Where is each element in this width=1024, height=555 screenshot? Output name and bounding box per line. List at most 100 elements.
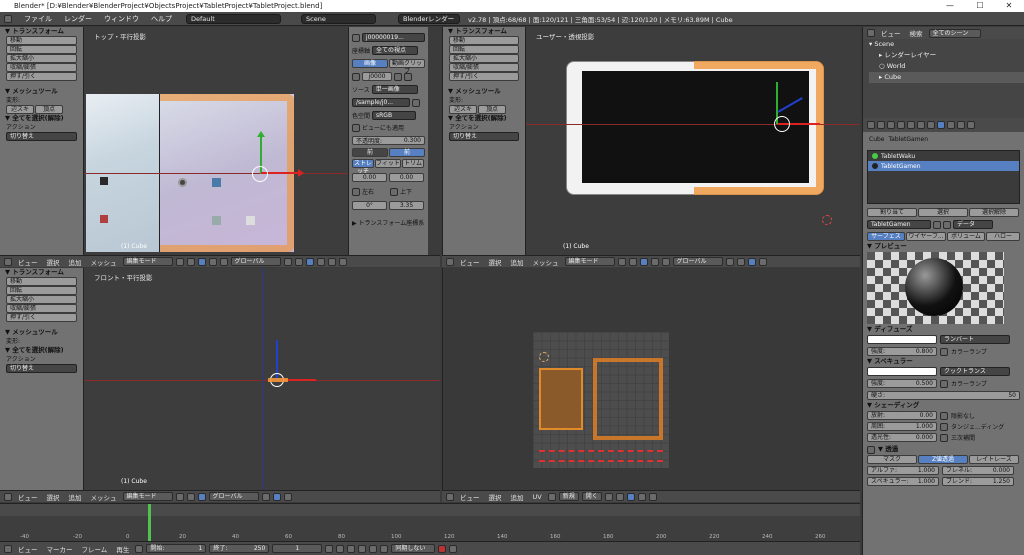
3d-cursor[interactable] (822, 215, 832, 225)
deselect-button[interactable]: 選択解除 (969, 208, 1019, 217)
front-ortho-viewport[interactable]: フロント・平行投影 (1) Cube (84, 268, 440, 490)
rotate-icon[interactable] (661, 257, 670, 266)
view-as-render-checkbox[interactable] (352, 123, 360, 132)
image-browse-icon[interactable] (352, 72, 360, 81)
uv-menu[interactable]: UV (530, 493, 545, 501)
ambient-field[interactable]: 周囲: 1.000 (867, 422, 937, 431)
current-frame-field[interactable]: 1 (272, 544, 323, 553)
shadeless-checkbox[interactable] (940, 411, 948, 420)
uv-island-screen[interactable] (539, 368, 583, 430)
mesh-menu[interactable]: メッシュ (88, 492, 120, 502)
editor-type-icon[interactable] (4, 544, 12, 553)
rotate-button[interactable]: 回転 (449, 45, 519, 54)
editor-type-icon[interactable] (4, 492, 12, 501)
menu-render[interactable]: レンダー (58, 14, 98, 24)
shading-icon[interactable] (175, 257, 184, 266)
vertex-select-icon[interactable] (283, 257, 292, 266)
end-frame-field[interactable]: 終了: 250 (209, 544, 270, 553)
axis-select[interactable]: 全ての視点 (372, 46, 419, 55)
scale-button[interactable]: 拡大縮小 (6, 295, 77, 304)
image-browse-icon[interactable] (547, 492, 556, 501)
snap-icon[interactable] (338, 257, 347, 266)
face-select-icon[interactable] (747, 257, 756, 266)
flip-x-checkbox[interactable] (352, 187, 360, 196)
tangent-shading-checkbox[interactable] (940, 422, 948, 431)
x-arrow-head[interactable] (298, 169, 304, 177)
transform-orientation-header[interactable]: ▶ トランスフォーム座標系 (352, 218, 425, 227)
gizmo-circle[interactable] (774, 116, 790, 132)
tablet-frame-mesh[interactable] (268, 378, 288, 382)
stretch-button[interactable]: ストレッチ (352, 159, 374, 175)
editor-type-icon[interactable] (4, 257, 12, 266)
face-select-icon[interactable] (272, 492, 281, 501)
unlink-icon[interactable] (404, 72, 412, 81)
jump-start-icon[interactable] (325, 544, 334, 553)
manipulator-icon[interactable] (197, 492, 206, 501)
shading-icon[interactable] (617, 257, 626, 266)
edge-select-icon[interactable] (736, 257, 745, 266)
vertex-select-icon[interactable] (261, 492, 270, 501)
vertex-select-icon[interactable] (725, 257, 734, 266)
timeline[interactable]: -40 -20 0 20 40 60 80 100 120 140 160 180 200 220 240 2… (0, 503, 860, 542)
offset-y-field[interactable]: 0.00 (389, 173, 424, 182)
unlink-icon[interactable] (943, 220, 951, 229)
shrink-button[interactable]: 収縮/膨張 (449, 63, 519, 72)
mode-select[interactable]: 編集モード (122, 492, 173, 501)
specular-header[interactable]: ▼ スペキュラー (863, 356, 1024, 367)
select-all-header[interactable]: ▼ 全てを選択(解除) (0, 346, 83, 355)
move-button[interactable]: 移動 (449, 36, 519, 45)
fake-user-icon[interactable] (394, 72, 402, 81)
menu-file[interactable]: ファイル (18, 14, 58, 24)
world-tab-icon[interactable] (897, 121, 905, 129)
maximize-button[interactable]: ☐ (965, 0, 995, 12)
preview-header[interactable]: ▼ プレビュー (863, 241, 1024, 252)
diffuse-color-swatch[interactable] (867, 335, 937, 344)
menu-help[interactable]: ヘルプ (145, 14, 178, 24)
modifier-tab-icon[interactable] (917, 121, 925, 129)
select-all-header[interactable]: ▼ 全てを選択(解除) (443, 114, 525, 123)
transform-panel-header[interactable]: ▼ トランスフォーム (0, 27, 83, 36)
select-menu[interactable]: 選択 (486, 257, 505, 267)
folder-icon[interactable] (412, 98, 420, 107)
shrink-button[interactable]: 収縮/膨張 (6, 304, 77, 313)
tab-surface[interactable]: サーフェス (867, 232, 905, 241)
shrink-button[interactable]: 収縮/膨張 (6, 63, 77, 72)
keying-set-icon[interactable] (449, 544, 458, 553)
vertex-slide-button[interactable]: 頂点 (35, 105, 63, 114)
select-all-header[interactable]: ▼ 全てを選択(解除) (0, 114, 83, 123)
face-select-icon[interactable] (305, 257, 314, 266)
add-menu[interactable]: 追加 (66, 257, 85, 267)
specular-alpha-field[interactable]: スペキュラー: 1.000 (867, 477, 939, 486)
opacity-slider[interactable]: 不透明度: 0.300 (352, 136, 425, 145)
image-datablock[interactable]: j0000 (362, 72, 392, 81)
transparency-header[interactable]: ▼ 透過 (878, 444, 898, 455)
mesh-tools-header[interactable]: ▼ メッシュツール (0, 87, 83, 96)
frame-menu[interactable]: フレーム (79, 544, 111, 554)
move-button[interactable]: 移動 (6, 36, 77, 45)
mode-select[interactable]: 編集モード (122, 257, 173, 266)
play-icon[interactable] (358, 544, 367, 553)
specular-color-swatch[interactable] (867, 367, 937, 376)
push-pull-button[interactable]: 押す/引く (449, 72, 519, 81)
select-menu[interactable]: 選択 (44, 257, 63, 267)
pivot-icon[interactable] (628, 257, 637, 266)
orientation-select[interactable]: グローバル (208, 492, 259, 501)
source-select[interactable]: 単一画像 (371, 85, 418, 94)
snap-icon[interactable] (758, 257, 767, 266)
specular-shader-select[interactable]: クックトランス (940, 367, 1010, 376)
action-select[interactable]: 切り替え (6, 132, 77, 141)
movie-clip-button[interactable]: 動画クリップ (389, 59, 425, 75)
tablet-frame-mesh[interactable] (694, 61, 824, 195)
diffuse-shader-select[interactable]: ランバート (940, 335, 1010, 344)
orientation-select[interactable]: グローバル (672, 257, 723, 266)
manipulator-icon[interactable] (639, 257, 648, 266)
texture-tab-icon[interactable] (947, 121, 955, 129)
emit-field[interactable]: 放射: 0.00 (867, 411, 937, 420)
diffuse-header[interactable]: ▼ ディフューズ (863, 324, 1024, 335)
colorspace-select[interactable]: sRGB (372, 111, 417, 120)
pivot-icon[interactable] (186, 257, 195, 266)
close-button[interactable]: ✕ (994, 0, 1024, 12)
2d-cursor[interactable] (539, 352, 549, 362)
move-button[interactable]: 移動 (6, 277, 77, 286)
marker-menu[interactable]: マーカー (44, 544, 76, 554)
